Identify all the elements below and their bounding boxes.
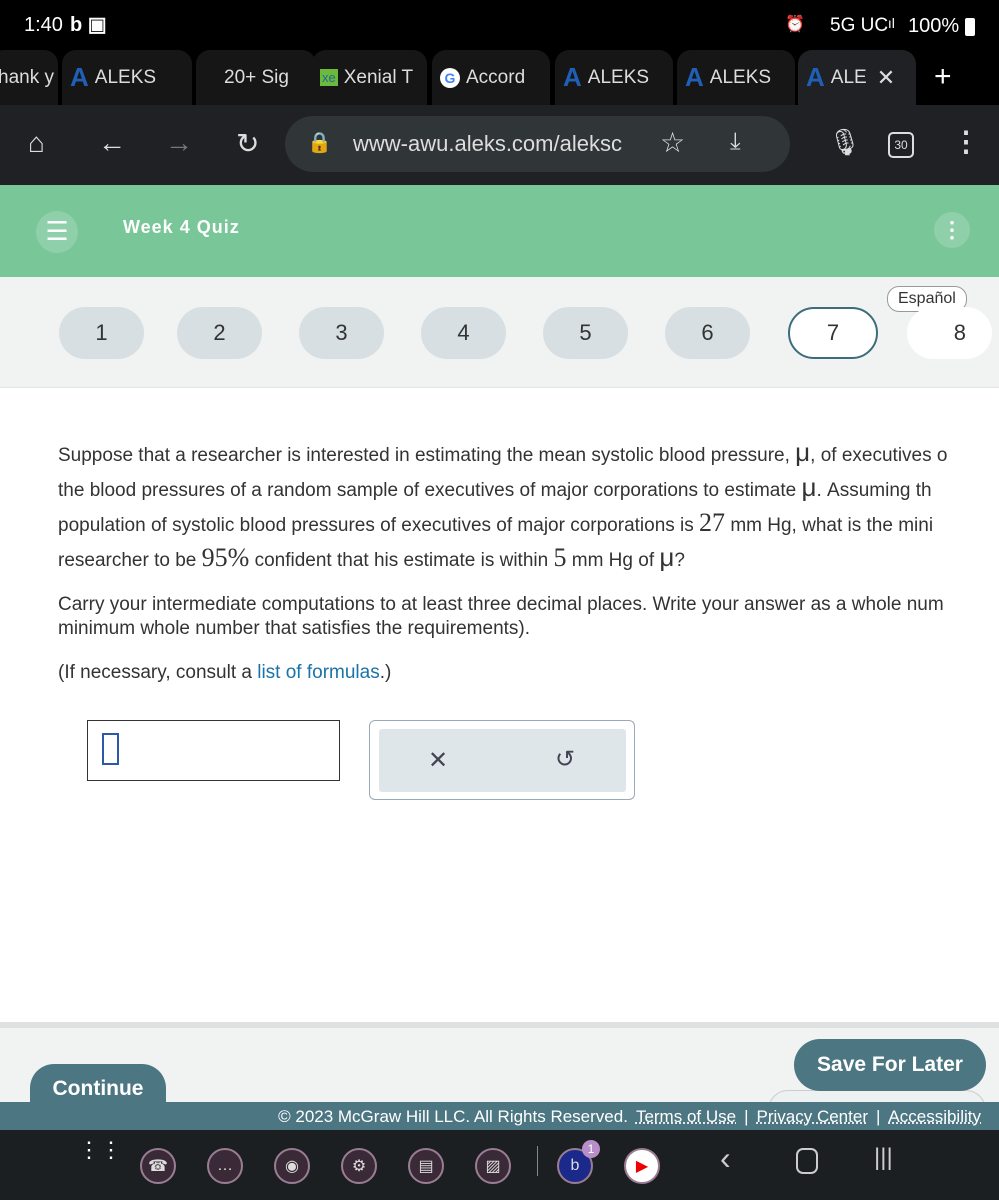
question-line: Suppose that a researcher is interested … [58,437,948,467]
answer-tools: ✕ ↺ [369,720,635,800]
question-3-button[interactable]: 3 [299,307,384,359]
xenial-icon: xe [320,69,338,86]
instructions: Carry your intermediate computations to … [58,594,944,639]
lock-icon: 🔒 [307,132,332,154]
undo-icon[interactable]: ↺ [555,745,575,774]
tab-count-button[interactable]: 30 [888,132,914,158]
question-1-button[interactable]: 1 [59,307,144,359]
home-icon[interactable]: ⌂ [28,127,45,159]
tab-label: Xenial T [343,66,414,88]
tab-label: ALE [830,66,867,88]
aleks-icon: A [563,62,582,92]
cursor-box [102,733,119,765]
home-nav-icon[interactable] [796,1148,818,1174]
tab-label: ALEKS [587,66,650,88]
recents-nav-icon[interactable]: ||| [874,1144,893,1172]
reload-icon[interactable]: ↻ [236,127,259,160]
question-line: researcher to be 95% confident that his … [58,542,685,572]
formula-note: (If necessary, consult a list of formula… [58,662,392,683]
notification-badge: 1 [582,1140,600,1158]
back-nav-icon[interactable]: ‹ [720,1140,731,1177]
app-drawer-icon[interactable]: ⋮⋮ [78,1139,122,1161]
star-icon[interactable]: ☆ [660,126,685,159]
tab[interactable]: 20+ Sig [196,50,316,105]
save-for-later-button[interactable]: Save For Later [794,1039,986,1091]
formulas-link[interactable]: list of formulas [257,662,379,683]
clock: 1:40 [24,14,63,36]
youtube-app-icon[interactable]: ▶ [624,1148,660,1184]
new-tab-icon[interactable]: + [934,60,952,94]
tab[interactable]: hank y [0,50,58,105]
messages-app-icon[interactable]: … [207,1148,243,1184]
signal-icon: .ıl [884,15,895,31]
close-tab-icon[interactable]: ✕ [877,65,895,91]
app-b-icon: b ▣ [70,14,107,36]
tab[interactable]: A ALEKS [62,50,192,105]
copyright-text: © 2023 McGraw Hill LLC. All Rights Reser… [278,1107,628,1126]
tab-label: Accord [466,66,526,88]
question-8-button[interactable]: 8 [907,307,992,359]
privacy-link[interactable]: Privacy Center [757,1107,868,1127]
tab-label: ALEKS [709,66,772,88]
alarm-icon: ⏰ [785,16,805,33]
menu-icon[interactable]: ⋮ [952,125,980,158]
notes-app-icon[interactable]: ▤ [408,1148,444,1184]
question-6-button[interactable]: 6 [665,307,750,359]
question-7-button-current[interactable]: 7 [788,307,878,359]
google-icon: G [440,67,460,88]
tab[interactable]: A ALEKS [677,50,795,105]
tab[interactable]: A ALEKS [555,50,673,105]
gallery-app-icon[interactable]: ▨ [475,1148,511,1184]
question-5-button[interactable]: 5 [543,307,628,359]
answer-input[interactable] [87,720,340,781]
question-4-button[interactable]: 4 [421,307,506,359]
page-title: Week 4 Quiz [123,217,240,237]
question-line: population of systolic blood pressures o… [58,508,934,537]
tab-label: ALEKS [94,66,157,88]
terms-link[interactable]: Terms of Use [636,1107,736,1127]
tab[interactable]: xe Xenial T [312,50,427,105]
address-bar[interactable]: 🔒 www-awu.aleks.com/aleksc ☆ ⤓ [285,116,790,172]
tab-label: 20+ Sig [224,66,289,88]
status-bar: 1:40 b ▣ ⏰ 5G UC .ıl 100% [0,0,999,50]
quiz-header: ☰ Week 4 Quiz ⋮ [0,185,999,277]
url-text[interactable]: www-awu.aleks.com/aleksc [353,131,622,157]
chrome-app-icon[interactable]: ◉ [274,1148,310,1184]
footer: © 2023 McGraw Hill LLC. All Rights Reser… [0,1102,999,1132]
hamburger-menu-icon[interactable]: ☰ [36,211,78,253]
question-2-button[interactable]: 2 [177,307,262,359]
forward-icon[interactable]: → [165,127,193,159]
accessibility-link[interactable]: Accessibility [888,1107,981,1127]
tab-strip: hank y A ALEKS 20+ Sig xe Xenial T G Accord… [0,50,999,105]
battery-label: 100% [908,15,960,37]
aleks-icon: A [806,62,825,92]
aleks-icon: A [685,62,704,92]
question-line: the blood pressures of a random sample o… [58,472,932,502]
clear-icon[interactable]: ✕ [428,746,448,775]
network-label: 5G UC [830,15,889,36]
microphone-icon[interactable]: 🎙 [828,127,861,158]
tab-label: hank y [0,66,54,88]
download-icon[interactable]: ⤓ [730,128,741,156]
back-icon[interactable]: ← [98,127,126,159]
tab[interactable]: G Accord [432,50,550,105]
tab-active[interactable]: A ALE ✕ [798,50,916,105]
more-options-icon[interactable]: ⋮ [934,212,970,248]
aleks-icon: A [70,62,89,92]
phone-app-icon[interactable]: ☎ [140,1148,176,1184]
battery-icon [965,18,975,36]
settings-app-icon[interactable]: ⚙ [341,1148,377,1184]
